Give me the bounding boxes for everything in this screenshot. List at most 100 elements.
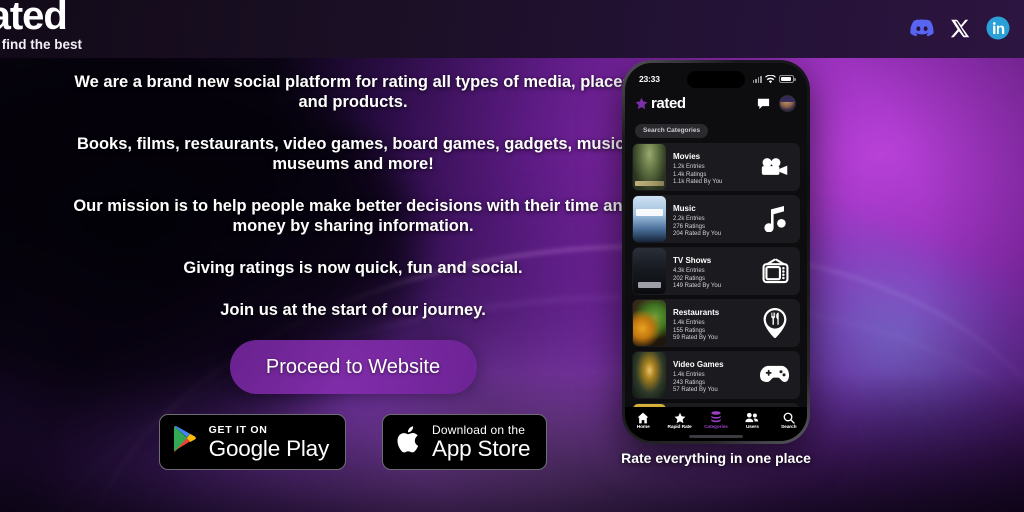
app-logo[interactable]: rated [635, 95, 686, 112]
cta-container: Proceed to Website [60, 340, 646, 394]
status-indicators [752, 74, 796, 84]
google-play-small-label: GET IT ON [208, 423, 268, 436]
tab-rapid-rate[interactable]: Rapid Rate [663, 411, 697, 430]
user-avatar[interactable] [779, 95, 796, 112]
google-play-badge[interactable]: GET IT ON Google Play [158, 414, 347, 470]
site-header: rated and find the best [0, 0, 1024, 58]
tab-search[interactable]: Search [772, 411, 806, 430]
phone-caption: Rate everything in one place [621, 450, 811, 466]
landing-page: rated and find the best [0, 0, 1024, 512]
category-thumbnail [633, 351, 666, 398]
hero-paragraph-5: Join us at the start of our journey. [220, 301, 486, 319]
category-card-video-games[interactable]: Video Games 1.4k Entries 243 Ratings 57 … [632, 350, 800, 399]
category-info: Video Games 1.4k Entries 243 Ratings 57 … [666, 354, 758, 395]
logo-tagline: and find the best [0, 37, 82, 52]
phone-mockup: 23:33 rated Search Categories Movies 1.2… [622, 60, 810, 444]
television-icon [758, 254, 792, 288]
app-top-bar: rated [625, 89, 807, 115]
x-twitter-icon[interactable] [948, 16, 972, 40]
category-rated-by-you: 59 Rated By You [673, 335, 718, 342]
category-title: TV Shows [673, 256, 712, 266]
tab-categories[interactable]: Categories [699, 411, 733, 430]
app-store-badges: GET IT ON Google Play Download on the Ap… [60, 414, 646, 470]
category-card-music[interactable]: Music 2.2k Entries 276 Ratings 204 Rated… [632, 194, 800, 243]
tab-home[interactable]: Home [626, 411, 660, 430]
category-title: Video Games [673, 360, 724, 370]
social-links [910, 16, 1010, 40]
tab-label: Users [745, 425, 759, 430]
category-ratings: 243 Ratings [673, 379, 706, 386]
app-store-small-label: Download on the [432, 422, 526, 437]
category-entries: 1.4k Entries [673, 320, 705, 327]
tab-label: Categories [704, 425, 728, 430]
hero-paragraph-4: Giving ratings is now quick, fun and soc… [183, 259, 523, 277]
site-logo[interactable]: rated and find the best [0, 0, 82, 53]
status-time: 23:33 [639, 74, 660, 84]
category-rated-by-you: 57 Rated By You [673, 387, 718, 394]
category-card-restaurants[interactable]: Restaurants 1.4k Entries 155 Ratings 59 … [632, 298, 800, 347]
stack-icon [710, 411, 722, 424]
home-icon [637, 411, 649, 424]
category-thumbnail [633, 195, 666, 242]
phone-tab-bar: Home Rapid Rate Categories Users Search [625, 407, 807, 441]
category-thumbnail [633, 299, 666, 346]
category-entries: 1.2k Entries [673, 164, 705, 171]
category-info: Movies 1.2k Entries 1.4k Ratings 1.1k Ra… [666, 146, 758, 187]
logo-wordmark: rated [0, 0, 68, 38]
category-entries: 4.3k Entries [673, 268, 705, 275]
app-brand-word: rated [651, 95, 686, 112]
phone-screen: 23:33 rated Search Categories Movies 1.2… [625, 63, 807, 441]
search-categories-chip[interactable]: Search Categories [635, 123, 709, 138]
wifi-icon [765, 74, 776, 83]
chat-bubble-icon[interactable] [757, 98, 770, 110]
restaurant-pin-icon [758, 306, 792, 340]
linkedin-icon[interactable] [986, 16, 1010, 40]
cellular-signal-icon [752, 75, 762, 83]
users-icon [745, 411, 759, 424]
app-header-actions [757, 95, 796, 112]
category-card-movies[interactable]: Movies 1.2k Entries 1.4k Ratings 1.1k Ra… [632, 142, 800, 191]
search-chip-row: Search Categories [625, 115, 807, 143]
tab-label: Rapid Rate [667, 425, 692, 430]
category-rated-by-you: 149 Rated By You [673, 283, 722, 290]
category-ratings: 202 Ratings [673, 275, 706, 282]
app-store-badge[interactable]: Download on the App Store [382, 414, 548, 470]
hero-paragraph-1: We are a brand new social platform for r… [74, 73, 632, 111]
category-list: Movies 1.2k Entries 1.4k Ratings 1.1k Ra… [625, 142, 807, 441]
tab-label: Home [636, 425, 650, 430]
hero-paragraph-3: Our mission is to help people make bette… [73, 197, 633, 235]
movie-camera-icon [758, 150, 792, 184]
home-indicator [689, 435, 743, 438]
phone-notch [687, 71, 745, 88]
category-rated-by-you: 204 Rated By You [673, 231, 722, 238]
discord-icon[interactable] [910, 16, 934, 40]
google-play-big-label: Google Play [208, 435, 330, 461]
gamepad-icon [758, 358, 792, 392]
category-entries: 1.4k Entries [673, 372, 705, 379]
google-play-text: GET IT ON Google Play [208, 423, 330, 461]
proceed-to-website-button[interactable]: Proceed to Website [229, 340, 477, 394]
tab-label: Search [781, 425, 797, 430]
category-ratings: 276 Ratings [673, 223, 706, 230]
apple-logo-icon [396, 425, 422, 460]
google-play-icon [173, 425, 199, 459]
category-info: TV Shows 4.3k Entries 202 Ratings 149 Ra… [666, 250, 758, 291]
star-icon [674, 411, 686, 424]
category-info: Music 2.2k Entries 276 Ratings 204 Rated… [666, 198, 758, 239]
phone-frame: 23:33 rated Search Categories Movies 1.2… [622, 60, 810, 444]
category-title: Movies [673, 152, 701, 162]
category-card-tv-shows[interactable]: TV Shows 4.3k Entries 202 Ratings 149 Ra… [632, 246, 800, 295]
category-entries: 2.2k Entries [673, 216, 705, 223]
category-thumbnail [633, 247, 666, 294]
category-title: Restaurants [673, 308, 720, 318]
category-ratings: 155 Ratings [673, 327, 706, 334]
hero-paragraph-2: Books, films, restaurants, video games, … [76, 135, 629, 173]
category-thumbnail [633, 143, 666, 190]
app-store-text: Download on the App Store [432, 424, 530, 461]
tab-users[interactable]: Users [735, 411, 769, 430]
category-rated-by-you: 1.1k Rated By You [673, 179, 723, 186]
battery-icon [779, 75, 796, 83]
app-store-big-label: App Store [432, 435, 531, 461]
hero-copy: We are a brand new social platform for r… [60, 72, 646, 320]
music-note-icon [758, 202, 792, 236]
